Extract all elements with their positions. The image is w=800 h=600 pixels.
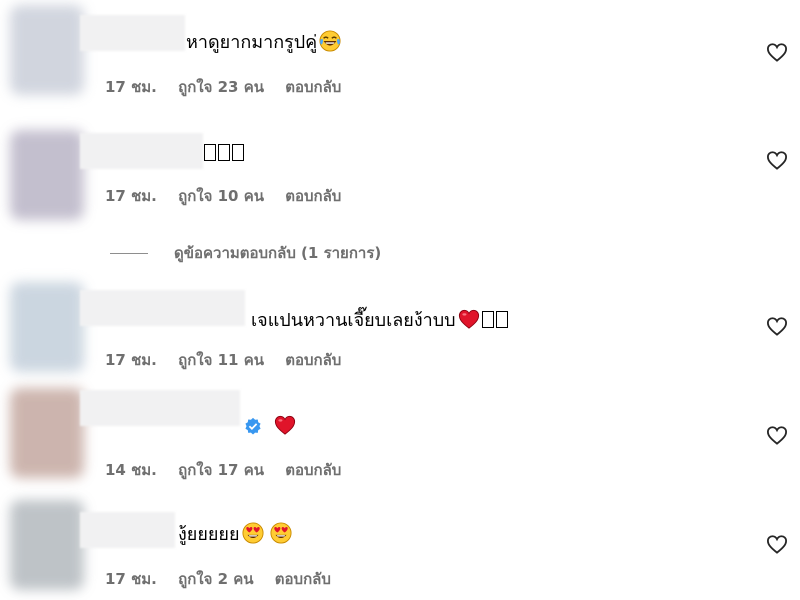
- redacted-username[interactable]: [80, 290, 245, 326]
- like-count[interactable]: ถูกใจ 23 คน: [178, 78, 264, 96]
- reply-button[interactable]: ตอบกลับ: [285, 78, 341, 96]
- reply-button[interactable]: ตอบกลับ: [285, 461, 341, 479]
- heart-outline-icon[interactable]: [766, 150, 788, 170]
- redacted-username[interactable]: [80, 15, 185, 51]
- comment-text: งู้ยยยยย: [178, 522, 292, 547]
- redacted-username[interactable]: [80, 512, 175, 548]
- avatar[interactable]: [10, 5, 84, 95]
- like-count[interactable]: ถูกใจ 17 คน: [178, 461, 264, 479]
- heart-eyes-emoji: [270, 522, 292, 544]
- verified-badge-icon: [245, 417, 261, 435]
- divider-line: [110, 253, 148, 254]
- avatar[interactable]: [10, 388, 84, 478]
- heart-outline-icon[interactable]: [766, 534, 788, 554]
- comment-meta: 17 ชม. ถูกใจ 23 คน ตอบกลับ: [105, 75, 357, 99]
- red-heart-emoji: [274, 414, 296, 436]
- comment-meta: 17 ชม. ถูกใจ 10 คน ตอบกลับ: [105, 184, 357, 208]
- view-replies-button[interactable]: ดูข้อความตอบกลับ (1 รายการ): [110, 241, 381, 265]
- comment-time: 14 ชม.: [105, 461, 157, 479]
- heart-outline-icon[interactable]: [766, 425, 788, 445]
- reply-button[interactable]: ตอบกลับ: [285, 187, 341, 205]
- heart-outline-icon[interactable]: [766, 316, 788, 336]
- avatar[interactable]: [10, 500, 84, 590]
- red-heart-emoji: [458, 308, 480, 330]
- comment-text: [202, 142, 244, 166]
- comment-meta: 14 ชม. ถูกใจ 17 คน ตอบกลับ: [105, 458, 357, 482]
- like-count[interactable]: ถูกใจ 11 คน: [178, 351, 264, 369]
- like-count[interactable]: ถูกใจ 10 คน: [178, 187, 264, 205]
- comment-time: 17 ชม.: [105, 78, 157, 96]
- reply-button[interactable]: ตอบกลับ: [285, 351, 341, 369]
- comment-time: 17 ชม.: [105, 187, 157, 205]
- comment-time: 17 ชม.: [105, 570, 157, 588]
- comment-text: หาดูยากมากรูปคู่: [186, 30, 341, 55]
- avatar[interactable]: [10, 282, 84, 372]
- comment-time: 17 ชม.: [105, 351, 157, 369]
- comment-meta: 17 ชม. ถูกใจ 11 คน ตอบกลับ: [105, 348, 357, 372]
- heart-outline-icon[interactable]: [766, 42, 788, 62]
- redacted-username[interactable]: [80, 390, 240, 426]
- comment-text: [244, 414, 296, 439]
- comment-meta: 17 ชม. ถูกใจ 2 คน ตอบกลับ: [105, 567, 347, 591]
- like-count[interactable]: ถูกใจ 2 คน: [178, 570, 253, 588]
- redacted-username[interactable]: [80, 133, 203, 169]
- reply-button[interactable]: ตอบกลับ: [275, 570, 331, 588]
- avatar[interactable]: [10, 130, 84, 220]
- heart-eyes-emoji: [242, 522, 264, 544]
- comment-text: เจแปนหวานเจี๊ยบเลยง้าบบ: [251, 308, 508, 333]
- tears-of-joy-emoji: [319, 30, 341, 52]
